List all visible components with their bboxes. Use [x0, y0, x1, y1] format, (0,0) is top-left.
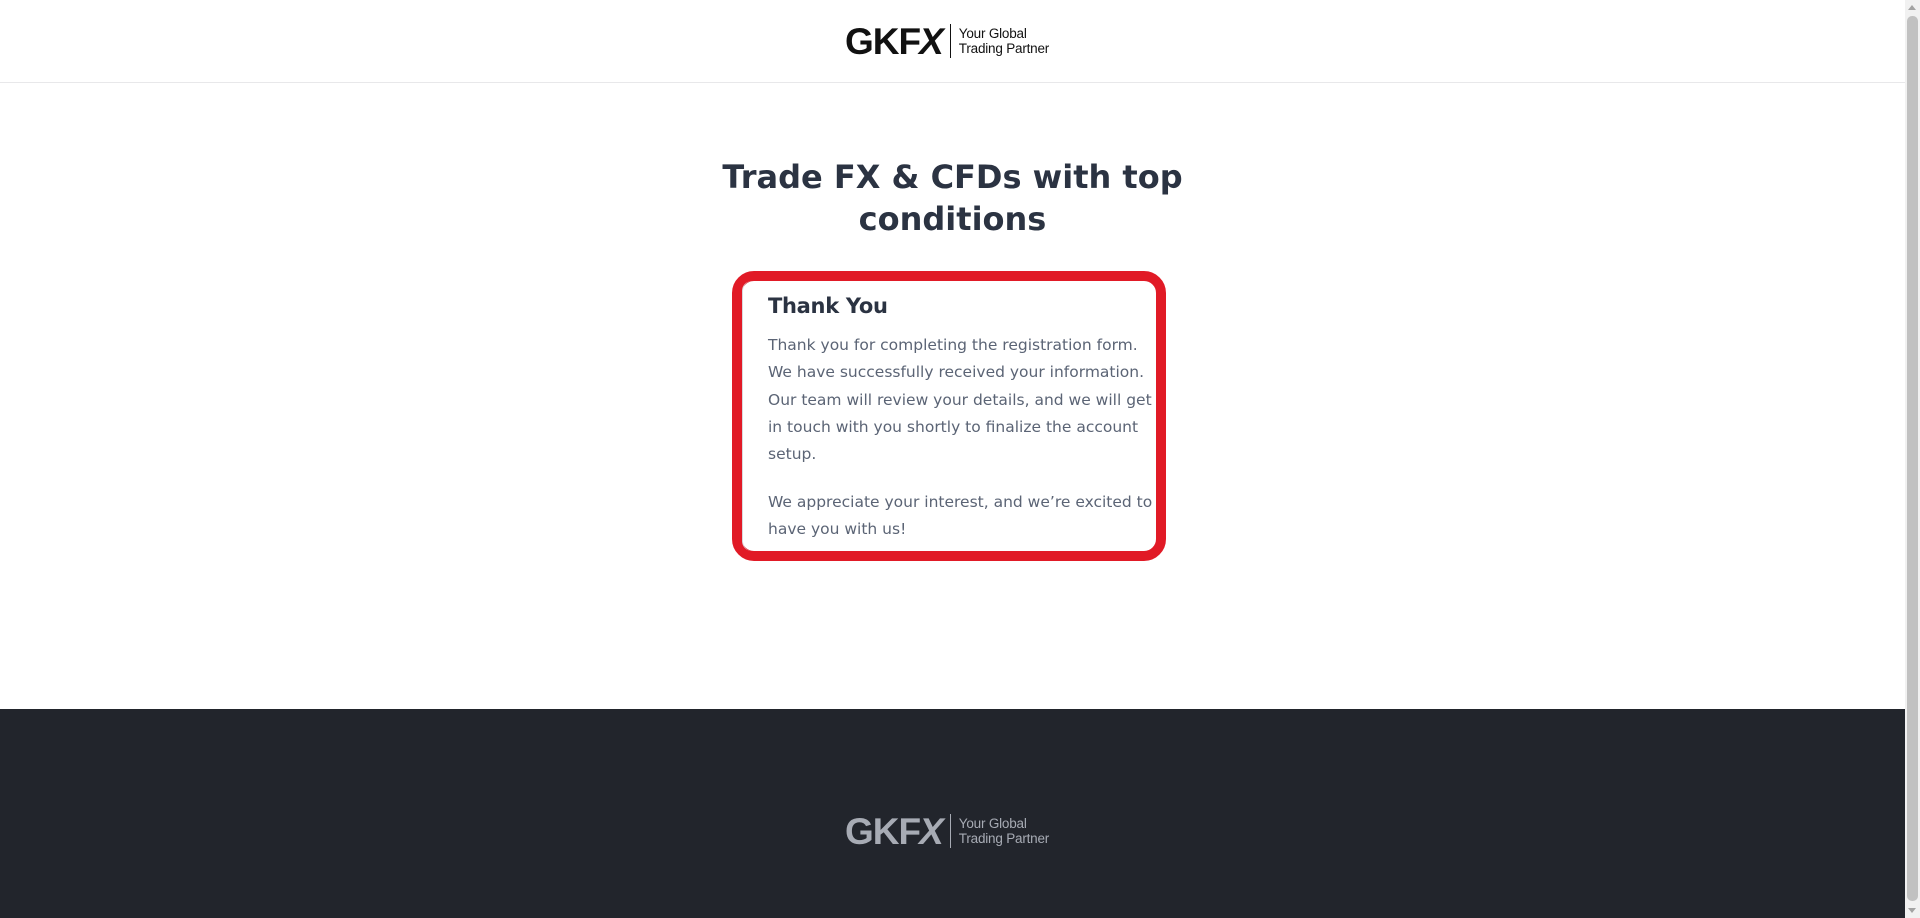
logo-wordmark: GKF X [845, 20, 944, 62]
thank-you-card-body: Thank You Thank you for completing the r… [742, 281, 1156, 551]
scroll-up-arrow-icon[interactable] [1908, 5, 1916, 10]
page: GKF X Your Global Trading Partner Trade F… [0, 0, 1905, 918]
vertical-scrollbar[interactable] [1905, 0, 1920, 918]
footer-logo-divider [949, 814, 951, 848]
site-footer: GKF X Your Global Trading Partner [0, 709, 1905, 918]
thank-you-title: Thank You [768, 294, 888, 318]
logo-tagline-line1: Your Global [958, 26, 1027, 41]
footer-logo-tagline-line1: Your Global [958, 816, 1027, 831]
logo-tagline: Your Global Trading Partner [959, 26, 1049, 56]
logo-wordmark-text: GKF [845, 20, 921, 62]
site-header: GKF X Your Global Trading Partner [0, 0, 1905, 83]
footer-logo-wordmark-x: X [919, 810, 944, 852]
footer-logo-tagline: Your Global Trading Partner [959, 816, 1049, 846]
footer-logo-wordmark-text: GKF [845, 810, 921, 852]
logo-divider [949, 24, 951, 58]
thank-you-card: Thank You Thank you for completing the r… [732, 271, 1166, 561]
hero-title: Trade FX & CFDs with top conditions [722, 158, 1183, 238]
scroll-down-arrow-icon[interactable] [1908, 908, 1916, 913]
footer-logo-tagline-line2: Trading Partner [958, 831, 1050, 846]
thank-you-closing: We appreciate your interest, and we’re e… [768, 493, 1153, 539]
logo-wordmark-x: X [919, 20, 944, 62]
footer-logo-wordmark: GKF X [845, 810, 944, 852]
scrollbar-thumb[interactable] [1907, 16, 1918, 901]
logo-tagline-line2: Trading Partner [958, 41, 1050, 56]
footer-gkfx-logo[interactable]: GKF X Your Global Trading Partner [845, 809, 1049, 853]
gkfx-logo[interactable]: GKF X Your Global Trading Partner [845, 19, 1049, 63]
thank-you-message: Thank you for completing the registratio… [768, 336, 1152, 464]
